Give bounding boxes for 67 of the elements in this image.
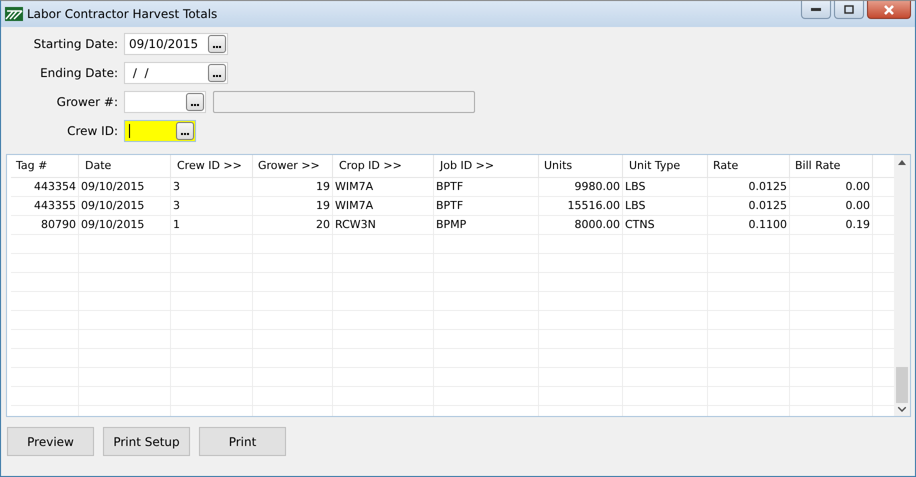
lookup-button[interactable] [186, 93, 204, 111]
field-label: Crew ID: [66, 124, 118, 138]
table-cell: 80790 [11, 216, 79, 234]
maximize-icon [844, 5, 854, 14]
table-cell: BPMP [434, 216, 539, 234]
scroll-down-icon[interactable] [898, 407, 906, 412]
close-icon [883, 4, 895, 14]
vertical-scrollbar[interactable] [894, 155, 910, 416]
column-header[interactable]: Tag # [11, 155, 79, 177]
table-cell: BPTF [434, 178, 539, 196]
table-cell: 3 [171, 178, 253, 196]
field-label: Starting Date: [32, 37, 118, 51]
input-field[interactable]: 09/10/2015 [124, 33, 228, 55]
column-header[interactable]: Grower >> [253, 155, 333, 177]
field-label: Grower #: [56, 95, 118, 109]
column-header[interactable]: Crop ID >> [333, 155, 434, 177]
lookup-button[interactable] [208, 64, 226, 82]
table-cell: 15516.00 [539, 197, 623, 215]
table-cell: 1 [171, 216, 253, 234]
table-cell: 09/10/2015 [79, 197, 171, 215]
table-cell: 19 [253, 197, 333, 215]
column-header[interactable]: Rate [708, 155, 790, 177]
table-cell: 443355 [11, 197, 79, 215]
table-cell: WIM7A [333, 197, 434, 215]
table-cell: 3 [171, 197, 253, 215]
window-title: Labor Contractor Harvest Totals [27, 7, 218, 21]
table-cell: 09/10/2015 [79, 178, 171, 196]
table-cell: 0.0125 [708, 197, 790, 215]
input-field[interactable] [124, 120, 196, 142]
action-button[interactable]: Preview [7, 427, 94, 456]
table-cell: BPTF [434, 197, 539, 215]
app-logo-icon [5, 7, 23, 21]
column-header[interactable]: Bill Rate [790, 155, 873, 177]
column-header[interactable]: Date [79, 155, 171, 177]
column-header[interactable]: Units [539, 155, 623, 177]
table-cell: 8000.00 [539, 216, 623, 234]
lookup-button[interactable] [208, 35, 226, 53]
table-cell: 20 [253, 216, 333, 234]
table-cell: 0.00 [790, 197, 873, 215]
table-cell: 0.00 [790, 178, 873, 196]
input-field[interactable]: / / [124, 62, 228, 84]
lookup-button[interactable] [176, 122, 194, 140]
minimize-button[interactable] [801, 1, 831, 19]
close-button[interactable] [867, 1, 911, 19]
table-cell: RCW3N [333, 216, 434, 234]
action-button[interactable]: Print [199, 427, 286, 456]
scroll-thumb[interactable] [896, 367, 908, 403]
table-cell: 0.0125 [708, 178, 790, 196]
table-cell: CTNS [623, 216, 708, 234]
table-cell: 9980.00 [539, 178, 623, 196]
table-cell: LBS [623, 178, 708, 196]
field-label: Ending Date: [39, 66, 118, 80]
column-header[interactable]: Unit Type [623, 155, 708, 177]
table-cell: 443354 [11, 178, 79, 196]
table-cell: LBS [623, 197, 708, 215]
table-cell: 0.19 [790, 216, 873, 234]
table-cell: 19 [253, 178, 333, 196]
minimize-icon [811, 8, 821, 12]
table-cell: WIM7A [333, 178, 434, 196]
table-cell: 09/10/2015 [79, 216, 171, 234]
scroll-up-icon[interactable] [898, 160, 906, 165]
input-field[interactable] [124, 91, 206, 113]
table-cell: 0.1100 [708, 216, 790, 234]
action-button[interactable]: Print Setup [103, 427, 190, 456]
maximize-button[interactable] [834, 1, 864, 19]
column-header[interactable]: Job ID >> [434, 155, 539, 177]
column-header[interactable]: Crew ID >> [171, 155, 253, 177]
